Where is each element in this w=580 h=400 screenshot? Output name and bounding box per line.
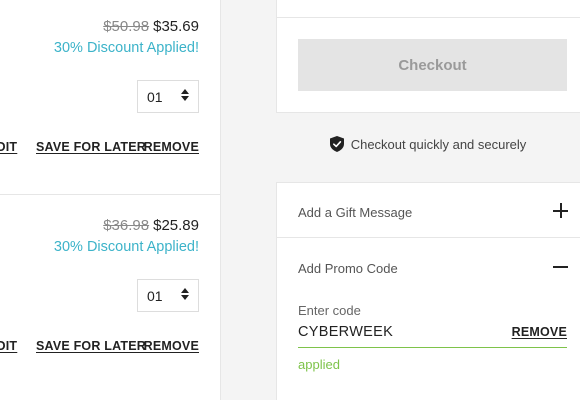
quantity-value: 01 <box>147 88 163 105</box>
promo-code-toggle[interactable]: Add Promo Code <box>277 239 580 295</box>
promo-field-label: Enter code <box>298 303 361 318</box>
stepper-arrows-icon <box>181 89 189 101</box>
promo-code-label: Add Promo Code <box>298 261 398 276</box>
item-actions: EDIT SAVE FOR LATER REMOVE <box>0 339 220 355</box>
quantity-select[interactable]: 01 <box>137 80 199 113</box>
original-price: $50.98 <box>103 18 150 35</box>
save-for-later-link[interactable]: SAVE FOR LATER <box>36 140 146 154</box>
price-row: $36.98 $25.89 <box>103 217 199 234</box>
secure-checkout-note: Checkout quickly and securely <box>276 131 580 157</box>
cart-items-column: $50.98$35.69 30% Discount Applied! 01 ED… <box>0 0 220 400</box>
sale-price: $35.69 <box>153 18 199 35</box>
original-price: $36.98 <box>103 217 150 234</box>
shield-check-icon <box>329 136 344 152</box>
promo-status: applied <box>298 357 340 372</box>
price-row: $50.98 $35.69 <box>103 18 199 35</box>
stepper-arrows-icon <box>181 288 189 300</box>
remove-promo-link[interactable]: REMOVE <box>512 325 567 339</box>
sale-price: $25.89 <box>153 217 199 234</box>
edit-link[interactable]: EDIT <box>0 140 17 154</box>
promo-code-input[interactable]: CYBERWEEK REMOVE <box>298 320 567 348</box>
promo-code-value: CYBERWEEK <box>298 324 394 340</box>
item-actions: EDIT SAVE FOR LATER REMOVE <box>0 140 220 156</box>
quantity-value: 01 <box>147 287 163 304</box>
minus-icon[interactable] <box>553 266 568 268</box>
section-divider <box>277 17 580 18</box>
order-summary-panel: Checkout Checkout quickly and securely A… <box>255 0 580 400</box>
secure-text: Checkout quickly and securely <box>350 136 527 152</box>
edit-link[interactable]: EDIT <box>0 339 17 353</box>
quantity-select[interactable]: 01 <box>137 279 199 312</box>
remove-link[interactable]: REMOVE <box>144 140 199 154</box>
save-for-later-link[interactable]: SAVE FOR LATER <box>36 339 146 353</box>
plus-icon[interactable] <box>553 203 568 218</box>
options-card: Add a Gift Message Add Promo Code Enter … <box>276 182 580 400</box>
gutter <box>221 0 255 400</box>
discount-note: 30% Discount Applied! <box>53 40 199 56</box>
discount-note: 30% Discount Applied! <box>53 239 199 255</box>
cart-item: $50.98$35.69 30% Discount Applied! 01 ED… <box>0 0 220 194</box>
remove-link[interactable]: REMOVE <box>144 339 199 353</box>
checkout-button[interactable]: Checkout <box>298 39 567 91</box>
gift-message-toggle[interactable]: Add a Gift Message <box>277 183 580 238</box>
gift-message-label: Add a Gift Message <box>298 205 413 220</box>
cart-item: $36.98$25.89 30% Discount Applied! 01 ED… <box>0 195 220 400</box>
checkout-card: Checkout <box>276 0 580 113</box>
